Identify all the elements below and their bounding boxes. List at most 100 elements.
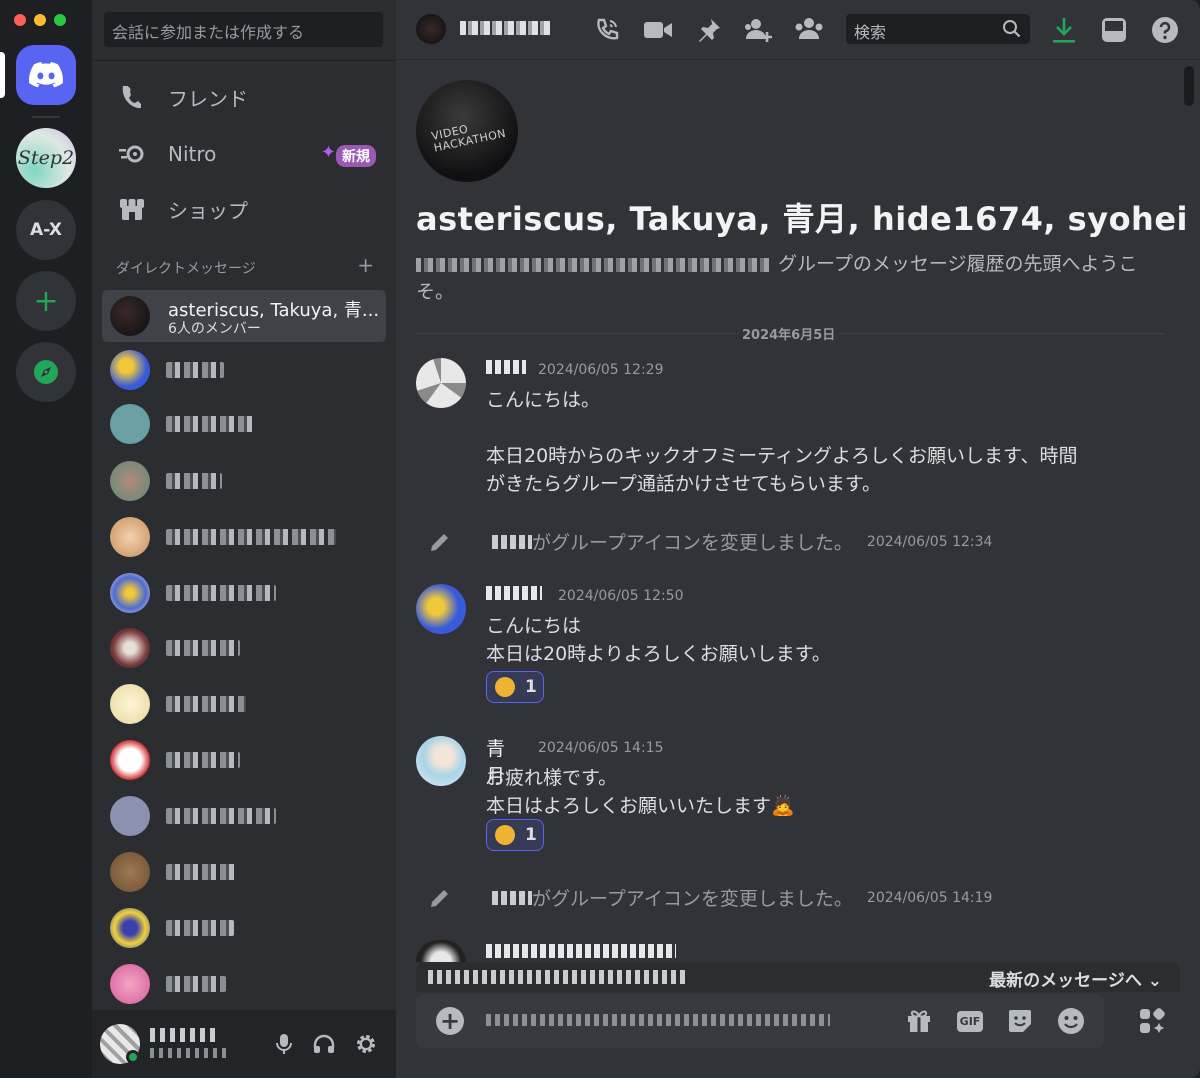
zoom-window-button[interactable]	[54, 14, 66, 26]
server-rail: Step2 A-X +	[0, 0, 92, 1078]
close-window-button[interactable]	[14, 14, 26, 26]
system-message: がグループアイコンを変更しました。 2024/06/05 12:34	[428, 528, 992, 555]
date-divider: 2024年6月5日	[416, 324, 1164, 343]
emoji-button[interactable]	[1056, 1006, 1086, 1036]
jump-to-present-label: 最新のメッセージへ ⌄	[989, 966, 1162, 991]
dm-item[interactable]	[110, 684, 380, 724]
pinned-messages-button[interactable]	[694, 15, 724, 45]
scrollbar-thumb[interactable]	[1184, 66, 1194, 106]
avatar	[110, 684, 150, 724]
avatar[interactable]	[416, 736, 466, 786]
download-icon	[1053, 18, 1075, 43]
plus-icon: +	[33, 283, 59, 319]
dm-name	[166, 529, 336, 545]
dm-item[interactable]	[110, 404, 380, 444]
dm-item[interactable]	[110, 573, 380, 613]
avatar[interactable]	[416, 584, 466, 634]
add-friends-to-dm-button[interactable]	[744, 15, 774, 45]
server-step2[interactable]: Step2	[16, 128, 76, 188]
discord-logo-icon	[29, 62, 63, 88]
dm-name	[166, 920, 234, 936]
user-settings-button[interactable]	[354, 1032, 378, 1056]
group-dm-member-count: 6人のメンバー	[168, 321, 261, 337]
apps-button[interactable]	[1124, 994, 1180, 1048]
reaction-emoji-icon	[495, 677, 515, 697]
message-composer[interactable]: + GIF	[416, 994, 1104, 1048]
avatar	[110, 964, 150, 1004]
find-conversation-input[interactable]: 会話に参加または作成する	[104, 12, 383, 47]
dm-item[interactable]	[110, 517, 380, 557]
selected-server-indicator	[0, 52, 5, 98]
explore-servers-button[interactable]	[16, 342, 76, 402]
gift-icon	[908, 1010, 930, 1032]
system-message-timestamp: 2024/06/05 12:34	[866, 533, 993, 550]
dm-item-selected-group[interactable]: asteriscus, Takuya, 青... 6人のメンバー	[102, 290, 386, 342]
create-dm-button[interactable]: +	[357, 255, 374, 278]
message-content: こんにちは 本日は20時よりよろしくお願いします。	[486, 612, 831, 668]
gift-button[interactable]	[904, 1006, 934, 1036]
message-line: お疲れ様です。	[486, 767, 618, 789]
dm-item[interactable]	[110, 852, 380, 892]
home-button[interactable]	[16, 45, 76, 105]
group-avatar	[110, 296, 150, 336]
avatar	[110, 852, 150, 892]
message-author[interactable]	[486, 944, 676, 958]
pencil-icon	[431, 889, 448, 907]
microphone-icon	[276, 1034, 292, 1054]
download-apps-button[interactable]	[1049, 15, 1079, 45]
dm-item[interactable]	[110, 964, 380, 1004]
actor-name-redacted	[492, 534, 532, 549]
nav-shop[interactable]: ショップ	[104, 187, 386, 231]
reaction-button[interactable]: 1	[486, 671, 544, 703]
message-line: がきたらグループ通話かけさせてもらいます。	[486, 473, 882, 495]
message-author[interactable]	[486, 360, 526, 374]
dm-name	[166, 640, 240, 656]
reaction-count: 1	[525, 825, 537, 845]
member-list-button[interactable]	[794, 15, 824, 45]
gif-button[interactable]: GIF	[955, 1006, 985, 1036]
message-content: こんにちは。 本日20時からのキックオフミーティングよろしくお願いします、時間 …	[486, 386, 1078, 498]
nav-friends[interactable]: フレンド	[104, 75, 386, 119]
dm-name	[166, 416, 256, 432]
date-divider-label: 2024年6月5日	[736, 324, 842, 343]
nav-shop-label: ショップ	[168, 198, 248, 223]
avatar[interactable]	[416, 940, 466, 962]
dm-name	[166, 473, 222, 489]
dm-item[interactable]	[110, 740, 380, 780]
dm-name	[166, 362, 224, 378]
start-video-call-button[interactable]	[643, 15, 673, 45]
sparkle-icon: ✦	[320, 142, 336, 163]
avatar[interactable]	[416, 358, 466, 408]
sticker-button[interactable]	[1005, 1006, 1035, 1036]
dm-item[interactable]	[110, 796, 380, 836]
inbox-button[interactable]	[1099, 15, 1129, 45]
help-button[interactable]	[1150, 15, 1180, 45]
nitro-icon	[118, 140, 146, 168]
add-server-button[interactable]: +	[16, 271, 76, 331]
server-ax[interactable]: A-X	[16, 200, 76, 260]
message-content: お疲れ様です。 本日はよろしくお願いいたします🙇	[486, 764, 795, 820]
pin-icon	[699, 19, 720, 42]
dm-item[interactable]	[110, 628, 380, 668]
deafen-button[interactable]	[312, 1032, 336, 1056]
dm-item[interactable]	[110, 908, 380, 948]
dm-item[interactable]	[110, 350, 380, 390]
dm-item[interactable]	[110, 461, 380, 501]
avatar	[110, 628, 150, 668]
message-input-placeholder-redacted[interactable]	[486, 1014, 830, 1026]
start-voice-call-button[interactable]	[592, 15, 622, 45]
upload-button[interactable]: +	[436, 1007, 464, 1035]
apps-icon	[1140, 1008, 1165, 1033]
system-message: がグループアイコンを変更しました。 2024/06/05 14:19	[428, 884, 992, 911]
reaction-button[interactable]: 1	[486, 819, 544, 851]
minimize-window-button[interactable]	[34, 14, 46, 26]
mute-button[interactable]	[272, 1032, 296, 1056]
header-search-input[interactable]: 検索	[846, 14, 1030, 44]
jump-to-present-bar[interactable]: 最新のメッセージへ ⌄	[416, 962, 1180, 992]
message-author[interactable]	[486, 586, 542, 600]
nav-nitro[interactable]: Nitro ✦ 新規	[104, 132, 386, 176]
header-group-name[interactable]	[460, 21, 552, 35]
system-message-timestamp: 2024/06/05 14:19	[866, 889, 993, 906]
reaction-count: 1	[525, 677, 537, 697]
inbox-icon	[1102, 18, 1126, 42]
